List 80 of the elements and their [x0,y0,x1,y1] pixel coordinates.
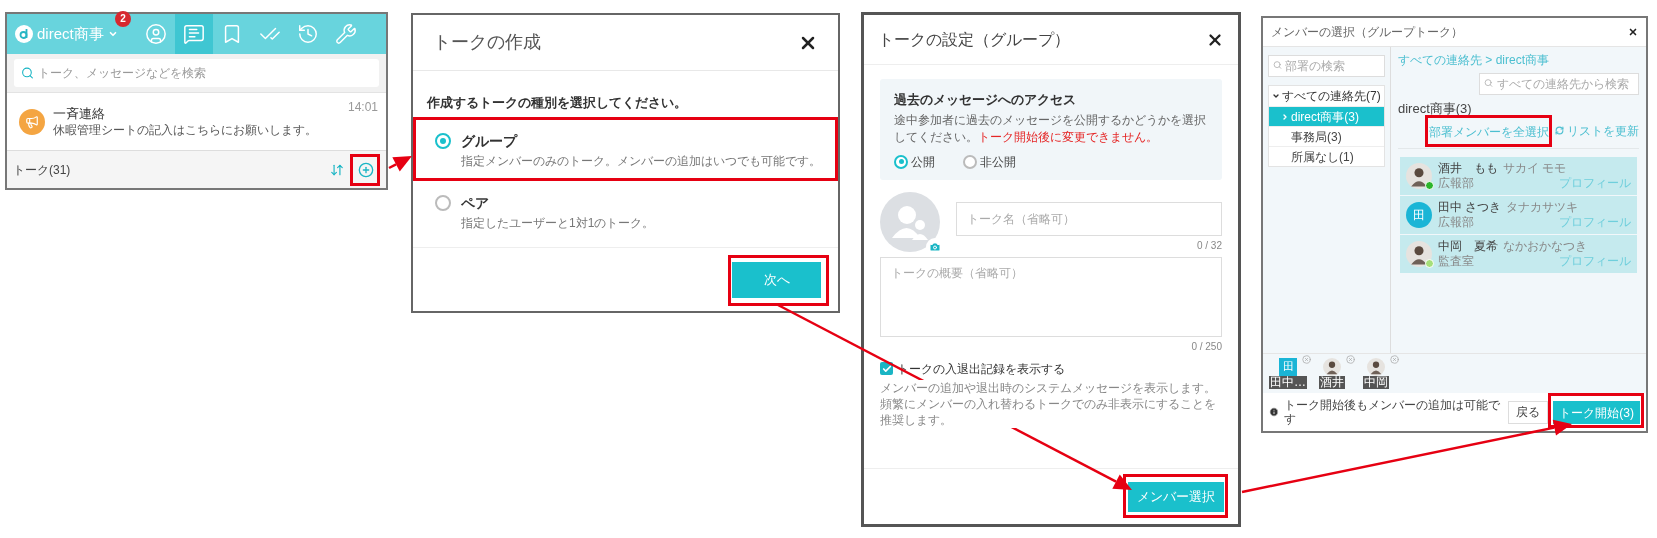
tree-item[interactable]: 事務局(3) [1269,126,1384,146]
chip-label: 田中… [1269,375,1307,389]
initial-avatar: 田 [1279,357,1297,376]
member-name: 酒井 もも [1438,160,1498,176]
talk-time: 14:01 [347,99,378,116]
member-row[interactable]: 中岡 夏希 なかおかなつき 監査室 プロフィール [1400,234,1637,273]
member-department: 監査室 [1438,253,1474,269]
search-icon [1273,60,1282,70]
talk-preview: 休暇管理シートの記入はこちらにお願いします。 [53,122,317,138]
dialog-title: トークの作成 [433,31,541,54]
chevron-right-icon [1281,112,1289,121]
talk-type-option[interactable]: グループ 指定メンバーのみのトーク。メンバーの追加はいつでも可能です。 [413,118,838,181]
dialog-title: メンバーの選択（グループトーク） [1271,24,1463,41]
character-counter: 0 / 32 [1196,238,1222,253]
option-description: 指定したユーザーと1対1のトーク。 [461,214,655,232]
dialog-prompt: 作成するトークの種別を選択してください。 [425,94,688,112]
search-icon [1484,78,1493,88]
member-department: 広報部 [1438,175,1474,191]
notification-badge: 2 [115,10,131,27]
talk-name: 一斉連絡 [53,105,106,122]
access-heading: 過去のメッセージへのアクセス [894,91,1077,109]
radio-button[interactable] [435,132,451,149]
initial-avatar: 田 [1406,201,1432,228]
chip-label: 中岡 [1363,375,1389,389]
history-icon [297,23,319,45]
breadcrumb: すべての連絡先 > direct商事 [1398,52,1551,69]
talk-name-field[interactable]: トーク名（省略可） [956,201,1222,236]
access-description: 途中参加者に過去のメッセージを公開するかどうかを選択してください。トーク開始後に変更できません。 [894,111,1207,146]
radio-label: 公開 [911,153,935,171]
chevron-down-icon [1272,92,1280,100]
remove-icon[interactable] [1390,354,1399,364]
member-name: 中岡 夏希 [1438,238,1498,254]
dialog-title: トークの設定（グループ） [878,29,1070,50]
remove-icon[interactable] [1346,354,1355,364]
radio-button[interactable] [435,194,451,211]
department-search-field[interactable]: 部署の検索 [1268,55,1385,77]
remove-icon[interactable] [1302,354,1311,364]
contact-search-field[interactable]: すべての連絡先から検索 [1479,73,1639,95]
avatar-icon [1406,240,1432,267]
talk-type-option[interactable]: ペア 指定したユーザーと1対1のトーク。 [413,180,838,243]
radio-label: 非公開 [980,153,1016,171]
search-icon [21,66,34,80]
info-note: トーク開始後もメンバーの追加は可能です [1284,398,1501,426]
refresh-icon[interactable] [1555,126,1564,135]
info-icon [1269,407,1279,417]
back-button[interactable]: 戻る [1508,400,1549,424]
radio-button[interactable] [963,154,977,169]
user-icon [145,23,167,45]
talk-summary-field[interactable]: トークの概要（省略可） [880,256,1222,337]
character-counter: 0 / 250 [1191,339,1222,354]
wrench-icon [335,23,357,45]
chat-icon [183,23,205,45]
talk-count-label: トーク(31) [13,161,72,179]
avatar-icon [1367,357,1385,376]
option-description: 指定メンバーのみのトーク。メンバーの追加はいつでも可能です。 [461,152,821,170]
close-icon[interactable] [1628,27,1638,37]
add-talk-icon[interactable] [358,161,374,178]
logo-icon [15,25,33,43]
arrow [388,156,412,172]
tree-item[interactable]: 所属なし(1) [1269,146,1384,166]
group-avatar-icon [880,191,940,252]
member-name: 田中 さつき [1438,199,1502,215]
option-label: グループ [461,131,519,151]
tree-item[interactable]: すべての連絡先(7) [1269,86,1384,106]
caret-icon [107,29,118,39]
search-field[interactable]: トーク、メッセージなどを検索 [14,59,379,87]
member-row[interactable]: 田 田中 さつき タナカサツキ 広報部 プロフィール [1400,195,1637,234]
member-reading: タナカサツキ [1506,199,1579,215]
member-department: 広報部 [1438,214,1474,230]
member-reading: なかおかなつき [1503,238,1587,254]
sort-icon[interactable] [330,162,344,177]
avatar-icon [1406,162,1432,189]
option-label: ペア [461,193,490,213]
nav-tab[interactable] [175,14,213,54]
megaphone-icon [19,108,45,135]
member-row[interactable]: 酒井 もも サカイ モモ 広報部 プロフィール [1400,156,1637,195]
chip-label: 酒井 [1319,375,1345,389]
radio-button[interactable] [894,154,908,169]
avatar-icon [1323,357,1341,376]
member-reading: サカイ モモ [1503,160,1567,176]
